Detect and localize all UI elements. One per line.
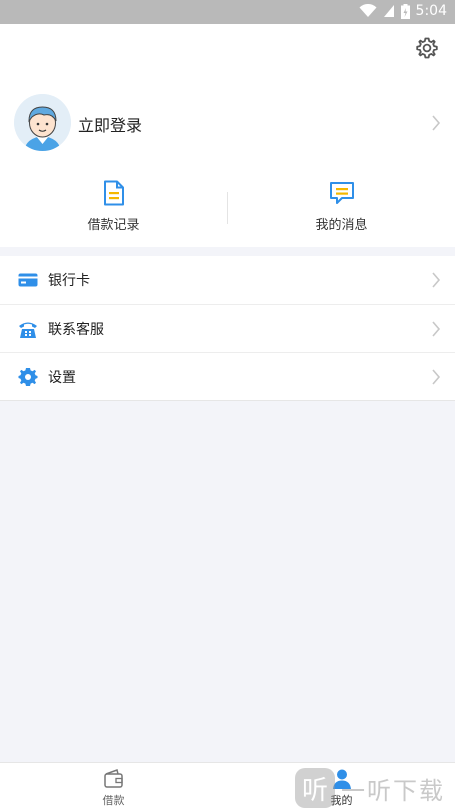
customer-service-phone-icon (19, 322, 37, 338)
chevron-right-icon (432, 115, 441, 131)
my-messages-button[interactable]: 我的消息 (228, 180, 455, 240)
watermark-logo: 听 (295, 768, 335, 808)
signal-icon (383, 4, 395, 18)
watermark: 听 一听下载 (295, 766, 455, 810)
tab-label: 借款 (102, 794, 125, 807)
avatar-illustration-icon (14, 94, 71, 151)
quick-actions: 借款记录 我的消息 (0, 180, 455, 240)
chevron-right-icon (432, 321, 441, 337)
clock-time: 5:04 (415, 3, 447, 19)
profile-login-row[interactable]: 立即登录 (0, 94, 455, 152)
menu-item-label: 银行卡 (48, 273, 90, 289)
settings-gear-icon (18, 368, 38, 386)
avatar (14, 94, 71, 151)
header-section: 立即登录 借款记录 我的消息 (0, 24, 455, 247)
loan-records-label: 借款记录 (87, 218, 140, 233)
chevron-right-icon (432, 272, 441, 288)
menu-item-settings[interactable]: 设置 (0, 352, 455, 400)
menu-item-label: 联系客服 (48, 322, 104, 338)
wallet-icon (103, 769, 123, 788)
battery-charging-icon (400, 3, 410, 19)
menu-item-bank-card[interactable]: 银行卡 (0, 256, 455, 304)
settings-gear-icon[interactable] (415, 36, 439, 60)
login-link[interactable]: 立即登录 (78, 112, 142, 136)
chevron-right-icon (432, 369, 441, 385)
wifi-icon (359, 4, 377, 18)
bank-card-icon (18, 273, 38, 287)
menu-list: 银行卡 联系客服 设置 (0, 256, 455, 401)
loan-records-button[interactable]: 借款记录 (0, 180, 227, 240)
watermark-text: 一听下载 (341, 776, 445, 805)
message-icon (329, 182, 354, 204)
document-icon (103, 180, 124, 206)
menu-item-customer-service[interactable]: 联系客服 (0, 304, 455, 352)
menu-item-label: 设置 (48, 370, 76, 386)
my-messages-label: 我的消息 (315, 218, 368, 233)
tab-loan[interactable]: 借款 (0, 763, 227, 810)
status-bar: 5:04 (0, 0, 455, 24)
